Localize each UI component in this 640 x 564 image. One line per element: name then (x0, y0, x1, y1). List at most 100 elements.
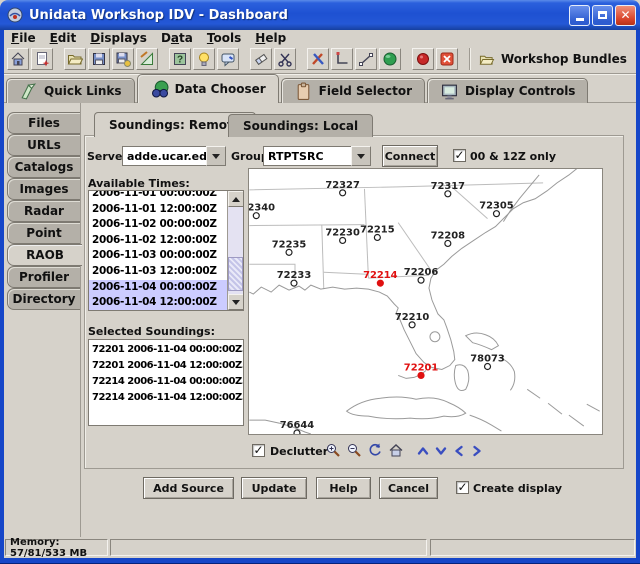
title-bar[interactable]: Unidata Workshop IDV - Dashboard ✕ (0, 0, 640, 30)
save-button[interactable] (88, 48, 110, 70)
time-list-item[interactable]: 2006-11-03 00:00:00Z (89, 248, 228, 264)
times-scrollbar[interactable] (227, 191, 243, 310)
station-marker-72215[interactable] (374, 235, 380, 241)
stop-button[interactable] (412, 48, 434, 70)
maximize-button[interactable] (592, 5, 613, 26)
coastlines (249, 169, 599, 434)
station-map[interactable]: 7232772317723052340722157223072208722357… (248, 168, 603, 435)
station-marker-78073[interactable] (485, 364, 491, 370)
cut-button[interactable] (274, 48, 296, 70)
station-marker-72317[interactable] (445, 191, 451, 197)
time-list-item[interactable]: 2006-11-02 12:00:00Z (89, 233, 228, 249)
minimize-button[interactable] (569, 5, 590, 26)
menu-help[interactable]: Help (248, 31, 293, 45)
zoom-out-button[interactable] (344, 440, 363, 459)
new-window-button[interactable] (31, 48, 53, 70)
update-button[interactable]: Update (241, 477, 307, 499)
group-value[interactable]: RTPTSRC (263, 146, 351, 166)
tab-field-selector[interactable]: Field Selector (281, 78, 425, 103)
create-display-checkbox[interactable] (456, 481, 469, 494)
menu-file[interactable]: File (4, 31, 43, 45)
tab-display-controls[interactable]: Display Controls (427, 78, 588, 103)
available-times-list[interactable]: 2006-11-01 00:00:00Z2006-11-01 12:00:00Z… (88, 190, 244, 311)
add-source-button[interactable]: Add Source (143, 477, 234, 499)
zoom-in-button[interactable] (323, 440, 342, 459)
menu-displays[interactable]: Displays (83, 31, 154, 45)
station-marker-76644[interactable] (294, 430, 300, 434)
pan-right-button[interactable] (467, 441, 486, 460)
sidebar-item-urls[interactable]: URLs (7, 134, 80, 156)
close-button[interactable]: ✕ (615, 5, 636, 26)
sounding-list-item[interactable]: 72201 2006-11-04 12:00:00Z... (89, 358, 243, 374)
station-marker-72305[interactable] (493, 211, 499, 217)
sounding-list-item[interactable]: 72201 2006-11-04 00:00:00Z... (89, 342, 243, 358)
z-only-checkbox[interactable] (453, 149, 466, 162)
sidebar-item-point[interactable]: Point (7, 222, 80, 244)
time-list-item[interactable]: 2006-11-04 12:00:00Z (89, 295, 228, 311)
home-button[interactable] (7, 48, 29, 70)
station-marker-72206[interactable] (418, 277, 424, 283)
pan-down-button[interactable] (431, 441, 450, 460)
tab-quick-links[interactable]: Quick Links (6, 78, 135, 103)
time-list-item[interactable]: 2006-11-01 00:00:00Z (89, 190, 228, 202)
cancel-button[interactable]: Cancel (379, 477, 438, 499)
menu-tools[interactable]: Tools (200, 31, 248, 45)
sidebar-item-catalogs[interactable]: Catalogs (7, 156, 80, 178)
pan-up-button[interactable] (413, 441, 432, 460)
home-view-button[interactable] (386, 440, 405, 459)
station-marker-72210[interactable] (409, 322, 415, 328)
sidebar-item-directory[interactable]: Directory (7, 288, 80, 310)
tab-soundings-local[interactable]: Soundings: Local (228, 114, 373, 137)
pan-left-button[interactable] (449, 441, 468, 460)
tab-data-chooser[interactable]: Data Chooser (137, 74, 279, 103)
time-list-item[interactable]: 2006-11-03 12:00:00Z (89, 264, 228, 280)
server-value[interactable]: adde.ucar.edu (122, 146, 206, 166)
workshop-bundles-menu[interactable]: Workshop Bundles (478, 52, 627, 67)
save-as-button[interactable] (112, 48, 134, 70)
connect-button[interactable]: Connect (382, 145, 438, 167)
console-button[interactable]: ? (169, 48, 191, 70)
help-button[interactable]: Help (316, 477, 371, 499)
tip-button[interactable] (193, 48, 215, 70)
time-list-item[interactable]: 2006-11-01 12:00:00Z (89, 202, 228, 218)
reset-rotate-button[interactable] (365, 440, 384, 459)
selected-soundings-list[interactable]: 72201 2006-11-04 00:00:00Z...72201 2006-… (88, 339, 244, 426)
globe-button[interactable] (379, 48, 401, 70)
draw-button[interactable] (307, 48, 329, 70)
station-marker-72230[interactable] (340, 237, 346, 243)
station-marker-72214[interactable] (377, 280, 383, 286)
scroll-up-icon[interactable] (228, 191, 244, 207)
station-marker-72327[interactable] (340, 190, 346, 196)
scroll-down-icon[interactable] (228, 294, 244, 310)
open-file-button[interactable] (64, 48, 86, 70)
sounding-list-item[interactable]: 72214 2006-11-04 12:00:00Z... (89, 390, 243, 406)
sidebar-item-radar[interactable]: Radar (7, 200, 80, 222)
eraser-button[interactable] (250, 48, 272, 70)
scrollbar-thumb[interactable] (228, 257, 243, 291)
sidebar-item-files[interactable]: Files (7, 112, 80, 134)
menu-data[interactable]: Data (154, 31, 200, 45)
support-button[interactable] (217, 48, 239, 70)
transect-button[interactable] (355, 48, 377, 70)
declutter-checkbox[interactable] (252, 444, 265, 457)
server-dropdown-arrow-icon[interactable] (206, 146, 226, 166)
drafting-button[interactable] (136, 48, 158, 70)
station-marker-72208[interactable] (445, 240, 451, 246)
menu-edit[interactable]: Edit (43, 31, 84, 45)
station-marker-2340[interactable] (253, 213, 259, 219)
cancel-button[interactable] (436, 48, 458, 70)
sidebar-item-raob[interactable]: RAOB (7, 244, 82, 266)
time-list-item[interactable]: 2006-11-02 00:00:00Z (89, 217, 228, 233)
sidebar-item-profiler[interactable]: Profiler (7, 266, 80, 288)
sidebar-item-images[interactable]: Images (7, 178, 80, 200)
station-marker-72233[interactable] (291, 280, 297, 286)
time-list-item[interactable]: 2006-11-04 00:00:00Z (89, 280, 228, 296)
angle-button[interactable] (331, 48, 353, 70)
server-combobox[interactable]: adde.ucar.edu (122, 146, 226, 166)
sounding-list-item[interactable]: 72214 2006-11-04 00:00:00Z... (89, 374, 243, 390)
station-marker-72201[interactable] (418, 372, 424, 378)
chevron-up-icon (415, 443, 431, 459)
station-marker-72235[interactable] (286, 249, 292, 255)
group-combobox[interactable]: RTPTSRC (263, 146, 371, 166)
group-dropdown-arrow-icon[interactable] (351, 146, 371, 166)
